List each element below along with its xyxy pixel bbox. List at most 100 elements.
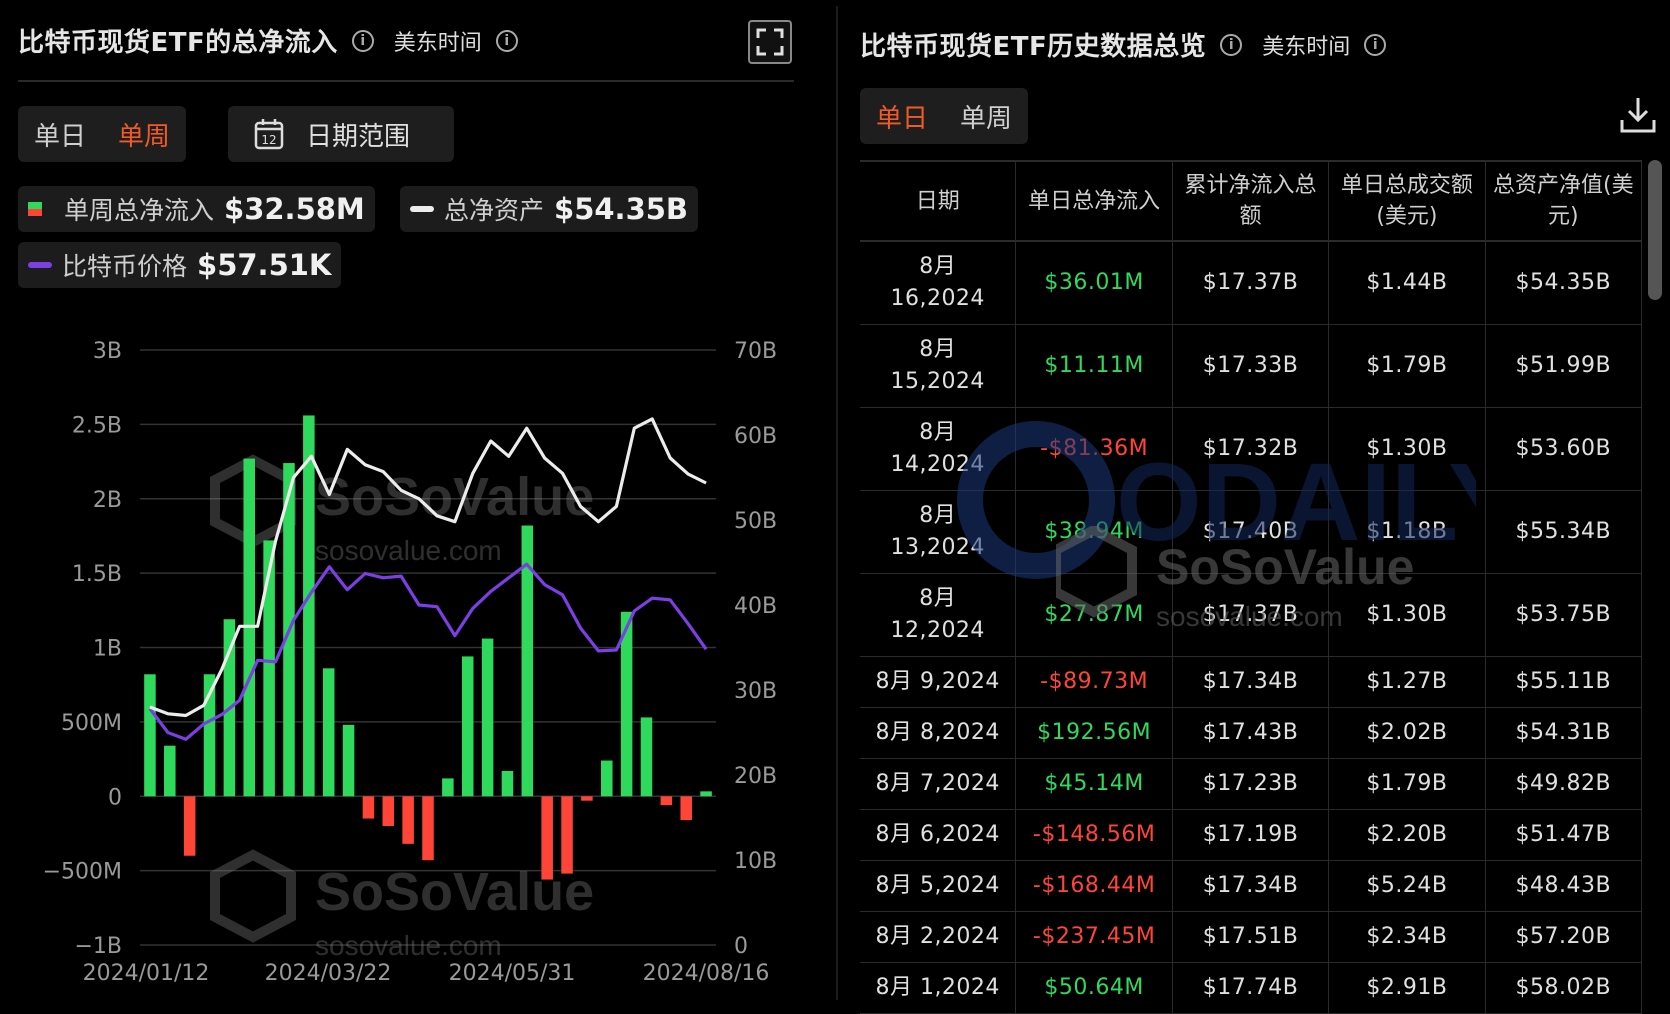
assets-swatch-icon <box>410 206 434 212</box>
y-left-tick-label: 2B <box>93 488 122 513</box>
y-left-tick-label: 1.5B <box>72 562 122 587</box>
table-header: 日期 单日总净流入 累计净流入总额 单日总成交额(美元) 总资产净值(美元) <box>860 160 1643 242</box>
table-row[interactable]: 8月 14,2024 -$81.36M $17.32B $1.30B $53.60B <box>860 408 1643 491</box>
table-row[interactable]: 8月 13,2024 $38.94M $17.40B $1.18B $55.34B <box>860 491 1643 574</box>
cell-cumulative-inflow: $17.51B <box>1173 912 1330 962</box>
table-row[interactable]: 8月 1,2024 $50.64M $17.74B $2.91B $58.02B <box>860 963 1643 1014</box>
cell-cumulative-inflow: $17.37B <box>1173 242 1330 324</box>
cell-daily-inflow: -$148.56M <box>1016 810 1173 860</box>
cell-daily-inflow: $11.11M <box>1016 325 1173 407</box>
y-left-tick-label: −1B <box>74 934 122 959</box>
col-total-nav[interactable]: 总资产净值(美元) <box>1486 162 1643 240</box>
flow-bar <box>600 760 613 797</box>
cell-cumulative-inflow: $17.37B <box>1173 574 1330 656</box>
cell-total-nav: $51.47B <box>1486 810 1643 860</box>
flow-bar <box>362 796 375 819</box>
x-tick-label: 2024/08/16 <box>643 961 770 986</box>
y-right-tick-label: 0 <box>734 934 748 959</box>
flow-bar <box>700 791 712 797</box>
table-row[interactable]: 8月 5,2024 -$168.44M $17.34B $5.24B $48.43B <box>860 861 1643 912</box>
cell-daily-inflow: -$89.73M <box>1016 657 1173 707</box>
table-row[interactable]: 8月 12,2024 $27.87M $17.37B $1.30B $53.75B <box>860 574 1643 657</box>
cell-cumulative-inflow: $17.74B <box>1173 963 1330 1013</box>
flow-bar <box>422 796 434 861</box>
cell-daily-volume: $1.30B <box>1329 574 1486 656</box>
period-toggle: 单日 单周 <box>18 106 187 162</box>
flow-bar <box>322 668 335 797</box>
flow-bar <box>461 656 474 797</box>
info-icon[interactable]: i <box>351 29 374 52</box>
cell-cumulative-inflow: $17.34B <box>1173 657 1330 707</box>
legend-label: 比特币价格 <box>62 252 188 281</box>
cell-total-nav: $55.34B <box>1486 491 1643 573</box>
tab-daily[interactable]: 单日 <box>18 116 102 153</box>
table-row[interactable]: 8月 15,2024 $11.11M $17.33B $1.79B $51.99B <box>860 325 1643 408</box>
download-icon[interactable] <box>1620 96 1656 134</box>
col-daily-inflow[interactable]: 单日总净流入 <box>1016 162 1173 240</box>
inflow-swatch-icon <box>28 202 42 216</box>
table-row[interactable]: 8月 9,2024 -$89.73M $17.34B $1.27B $55.11B <box>860 657 1643 708</box>
cell-daily-volume: $1.27B <box>1329 657 1486 707</box>
info-icon[interactable]: i <box>1220 33 1243 56</box>
table-row[interactable]: 8月 2,2024 -$237.45M $17.51B $2.34B $57.20B <box>860 912 1643 963</box>
y-left-tick-label: 1B <box>93 637 122 662</box>
cell-cumulative-inflow: $17.34B <box>1173 861 1330 911</box>
y-right-tick-label: 70B <box>734 339 777 364</box>
col-daily-volume[interactable]: 单日总成交额(美元) <box>1329 162 1486 240</box>
flow-bar <box>640 717 653 797</box>
date-text: 8月 12,2024 <box>890 586 985 643</box>
legend-weekly-inflow[interactable]: 单周总净流入 $32.58M <box>18 186 375 232</box>
cell-total-nav: $58.02B <box>1486 963 1643 1013</box>
table-row[interactable]: 8月 6,2024 -$148.56M $17.19B $2.20B $51.47B <box>860 810 1643 861</box>
calendar-icon: 12 <box>254 119 284 150</box>
tab-weekly[interactable]: 单周 <box>102 116 186 153</box>
timezone-info-icon[interactable]: i <box>1364 33 1387 56</box>
x-tick-label: 2024/01/12 <box>83 961 210 986</box>
legend-value: $32.58M <box>224 192 365 226</box>
flow-bar <box>144 674 156 797</box>
timezone-label: 美东时间 <box>393 30 482 56</box>
net-inflow-chart[interactable]: SoSoValue sosovalue.com SoSoValue sosova… <box>0 320 800 1010</box>
y-right-tick-label: 40B <box>734 594 777 619</box>
y-left-tick-label: 2.5B <box>72 413 122 438</box>
period-toggle: 单日 单周 <box>860 88 1029 144</box>
table-row[interactable]: 8月 7,2024 $45.14M $17.23B $1.79B $49.82B <box>860 759 1643 810</box>
col-date[interactable]: 日期 <box>860 162 1017 240</box>
flow-bar <box>382 796 395 826</box>
svg-text:12: 12 <box>261 133 276 147</box>
table-title: 比特币现货ETF历史数据总览 <box>860 32 1207 62</box>
cell-daily-inflow: -$168.44M <box>1016 861 1173 911</box>
y-right-tick-label: 50B <box>734 509 777 534</box>
flow-bar <box>402 796 414 844</box>
y-left-tick-label: 500M <box>61 711 122 736</box>
date-range-button[interactable]: 12 日期范围 <box>228 106 454 162</box>
cell-total-nav: $53.60B <box>1486 408 1643 490</box>
fullscreen-icon[interactable] <box>748 20 792 64</box>
legend-btc-price[interactable]: 比特币价格 $57.51K <box>18 242 342 288</box>
table-row[interactable]: 8月 16,2024 $36.01M $17.37B $1.44B $54.35B <box>860 242 1643 325</box>
cell-cumulative-inflow: $17.40B <box>1173 491 1330 573</box>
history-panel: 比特币现货ETF历史数据总览 i 美东时间 i 单日 单周 日期 单日总净流入 … <box>838 0 1670 1014</box>
flow-bar <box>442 778 454 797</box>
flow-bar <box>660 796 673 806</box>
cell-daily-volume: $2.02B <box>1329 708 1486 758</box>
cell-daily-volume: $2.91B <box>1329 963 1486 1013</box>
cell-total-nav: $53.75B <box>1486 574 1643 656</box>
cell-cumulative-inflow: $17.33B <box>1173 325 1330 407</box>
cell-date: 8月 14,2024 <box>860 408 1017 490</box>
cell-total-nav: $49.82B <box>1486 759 1643 809</box>
scrollbar[interactable] <box>1648 160 1662 300</box>
flow-bar <box>183 796 196 856</box>
cell-daily-inflow: $36.01M <box>1016 242 1173 324</box>
cell-date: 8月 16,2024 <box>860 242 1017 324</box>
table-row[interactable]: 8月 8,2024 $192.56M $17.43B $2.02B $54.31B <box>860 708 1643 759</box>
table-body: 8月 16,2024 $36.01M $17.37B $1.44B $54.35B 8月 … <box>860 242 1643 1014</box>
tab-daily[interactable]: 单日 <box>860 98 944 135</box>
cell-daily-volume: $1.18B <box>1329 491 1486 573</box>
col-cumulative-inflow[interactable]: 累计净流入总额 <box>1173 162 1330 240</box>
timezone-info-icon[interactable]: i <box>495 29 518 52</box>
date-text: 8月 14,2024 <box>890 420 985 477</box>
y-right-tick-label: 30B <box>734 679 777 704</box>
legend-total-assets[interactable]: 总净资产 $54.35B <box>400 186 699 232</box>
tab-weekly[interactable]: 单周 <box>944 98 1028 135</box>
